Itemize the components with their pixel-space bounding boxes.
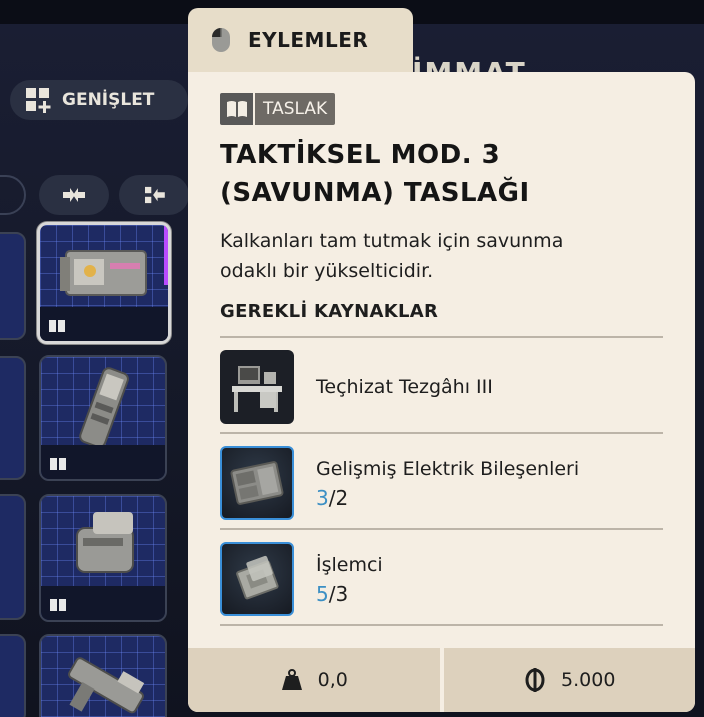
resource-count-have: 3 (316, 486, 329, 510)
collapse-arrows-icon (63, 188, 85, 202)
resource-name: İşlemci (316, 554, 383, 576)
inventory-slot-partial[interactable] (0, 494, 26, 620)
resource-row: Teçhizat Tezgâhı III (220, 338, 663, 432)
resource-count: 3/2 (316, 486, 348, 510)
tooltip-footer: 0,0 5.000 (188, 648, 695, 712)
item-title-line2: (SAVUNMA) TASLAĞI (220, 178, 530, 208)
resource-row: Gelişmiş Elektrik Bileşenleri 3/2 (220, 434, 663, 528)
resource-row: İşlemci 5/3 (220, 530, 663, 624)
inventory-slot-selected[interactable] (37, 222, 171, 344)
resource-name: Teçhizat Tezgâhı III (316, 376, 493, 398)
blueprint-item-icon (76, 512, 134, 573)
blueprint-item-icon (68, 657, 145, 714)
divider (220, 624, 663, 626)
badge-label: TASLAK (255, 93, 336, 125)
blueprint-item-icon (79, 367, 129, 449)
book-icon (226, 101, 247, 117)
weight-stat: 0,0 (188, 648, 440, 712)
currency-icon (525, 668, 545, 692)
item-description-line1: Kalkanları tam tutmak için savunma (220, 230, 564, 252)
blueprint-book-icon (50, 599, 66, 611)
item-description-line2: odaklı bir yükselticidir. (220, 260, 434, 282)
badge-icon-box (220, 93, 253, 125)
price-value: 5.000 (561, 669, 616, 691)
collapse-button[interactable] (39, 175, 109, 215)
resource-name: Gelişmiş Elektrik Bileşenleri (316, 458, 580, 480)
processor-icon (220, 542, 294, 616)
compact-view-button[interactable] (119, 175, 189, 215)
inventory-slot[interactable] (39, 494, 167, 622)
item-description: Kalkanları tam tutmak için savunma odakl… (220, 226, 660, 286)
blueprint-book-icon (50, 458, 66, 470)
price-stat: 5.000 (444, 648, 696, 712)
inventory-slot[interactable] (39, 634, 167, 717)
resource-count-need: /3 (328, 582, 349, 606)
mouse-icon (212, 28, 230, 52)
inventory-slot-partial[interactable] (0, 232, 26, 340)
required-resources-heading: GEREKLİ KAYNAKLAR (220, 301, 439, 322)
resource-count-have: 5 (316, 582, 329, 606)
weight-icon (281, 669, 302, 690)
compact-view-icon (145, 186, 165, 204)
electrical-components-icon (220, 446, 294, 520)
item-title-line1: TAKTİKSEL MOD. 3 (220, 140, 501, 170)
tab-actions[interactable]: EYLEMLER (188, 8, 413, 72)
inventory-slot-partial[interactable] (0, 356, 26, 480)
expand-button-label: GENİŞLET (62, 90, 155, 110)
inventory-slot-partial[interactable] (0, 634, 26, 717)
weight-value: 0,0 (317, 669, 348, 691)
resource-count-need: /2 (328, 486, 349, 510)
item-title: TAKTİKSEL MOD. 3 (SAVUNMA) TASLAĞI (220, 136, 660, 212)
resource-count: 5/3 (316, 582, 348, 606)
item-tooltip: TASLAK TAKTİKSEL MOD. 3 (SAVUNMA) TASLAĞ… (188, 72, 695, 712)
expand-button[interactable]: GENİŞLET (10, 80, 188, 120)
workbench-icon (220, 350, 294, 424)
inventory-slot[interactable] (39, 355, 167, 481)
tab-actions-label: EYLEMLER (248, 28, 369, 52)
expand-grid-icon (26, 88, 51, 113)
blueprint-badge: TASLAK (220, 93, 336, 125)
blueprint-book-icon (49, 320, 65, 332)
